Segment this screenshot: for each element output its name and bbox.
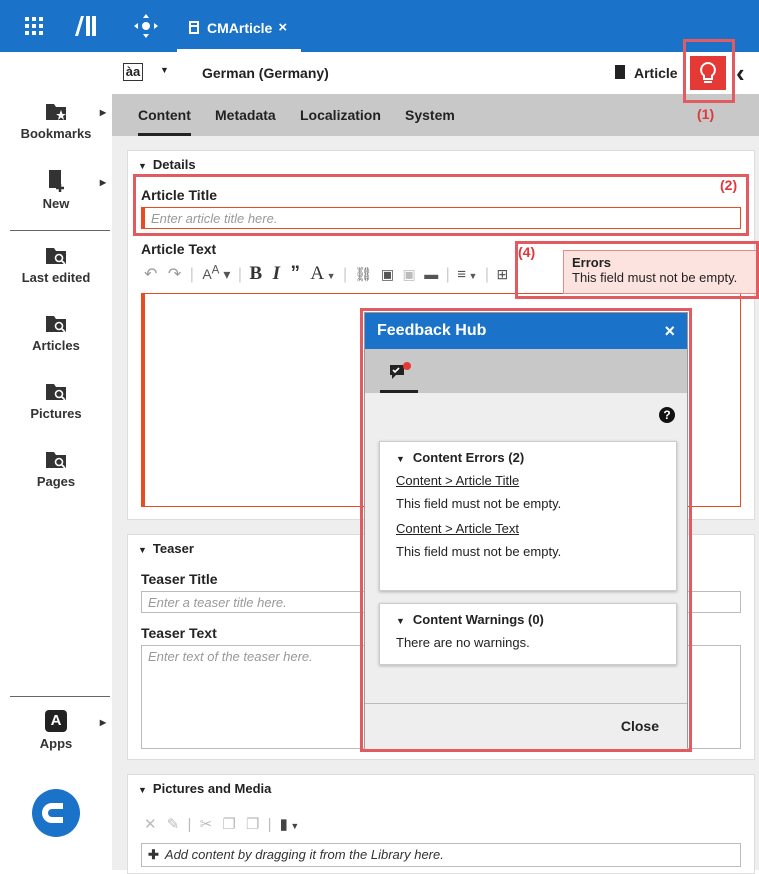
nav-bookmarks[interactable]: Bookmarks ▶ <box>0 100 112 141</box>
annotation-box-2 <box>133 174 749 236</box>
pictures-panel: ▼ Pictures and Media ✕ ✎ | ✂ ❐ ❐ | ▮ ▼ ✚ A… <box>127 774 755 874</box>
pictures-header[interactable]: ▼ Pictures and Media <box>128 775 754 802</box>
locale-icon[interactable]: àa <box>123 63 143 81</box>
divider <box>10 696 110 697</box>
article-type-icon <box>615 65 625 79</box>
copy-icon[interactable]: ❐ <box>222 816 235 833</box>
navigation-move-icon[interactable] <box>132 12 160 40</box>
pictures-toolbar: ✕ ✎ | ✂ ❐ ❐ | ▮ ▼ <box>144 816 300 833</box>
nav-new[interactable]: New ▶ <box>0 170 112 211</box>
locale-dropdown-icon[interactable]: ▼ <box>160 65 169 75</box>
library-icon[interactable] <box>72 12 100 40</box>
collapse-icon: ▼ <box>138 161 147 171</box>
tab-content[interactable]: Content <box>138 94 191 136</box>
tab-metadata[interactable]: Metadata <box>215 94 276 136</box>
teaser-text-label: Teaser Text <box>141 625 217 641</box>
divider <box>10 230 110 231</box>
chevron-right-icon: ▶ <box>99 718 106 727</box>
chevron-right-icon: ▶ <box>99 108 106 117</box>
coremedia-logo <box>32 789 80 837</box>
nav-label: New <box>42 196 70 211</box>
nav-label: Pictures <box>30 406 82 421</box>
folder-search-icon <box>46 452 66 469</box>
italic-icon[interactable]: I <box>273 263 280 284</box>
teaser-title: Teaser <box>152 541 194 556</box>
left-navigation: Bookmarks ▶ New ▶ Last edited Articles P… <box>0 52 112 870</box>
redo-icon[interactable]: ↷ <box>168 266 181 283</box>
annotation-label-2: (2) <box>720 177 738 193</box>
folder-search-icon <box>46 316 66 333</box>
article-doc-icon <box>189 21 199 34</box>
pictures-title: Pictures and Media <box>152 781 272 796</box>
pictures-drop-zone[interactable]: ✚ Add content by dragging it from the Lib… <box>141 843 741 867</box>
annotation-box-4 <box>515 241 759 299</box>
nav-last-edited[interactable]: Last edited <box>0 244 112 285</box>
nav-label: Pages <box>36 474 76 489</box>
drop-hint: Add content by dragging it from the Libr… <box>164 847 444 862</box>
new-document-icon <box>49 170 64 192</box>
undo-icon[interactable]: ↶ <box>144 266 157 283</box>
plus-icon: ✚ <box>148 847 159 862</box>
font-size-icon[interactable]: AA ▾ <box>202 263 230 282</box>
nav-pages[interactable]: Pages <box>0 448 112 489</box>
tab-system[interactable]: System <box>405 94 455 136</box>
nav-label: Apps <box>39 736 73 751</box>
nav-pictures[interactable]: Pictures <box>0 380 112 421</box>
annotation-box-1 <box>683 39 735 103</box>
close-tab-icon[interactable]: × <box>278 19 287 36</box>
locale-label: German (Germany) <box>202 65 329 81</box>
document-tab-label: CMArticle <box>207 19 273 36</box>
nav-apps[interactable]: A Apps ▶ <box>0 710 112 751</box>
teaser-title-label: Teaser Title <box>141 571 218 587</box>
quote-icon[interactable]: ” <box>290 263 300 284</box>
chevron-right-icon: ▶ <box>99 178 106 187</box>
collapse-icon: ▼ <box>138 785 147 795</box>
nav-label: Last edited <box>21 270 91 285</box>
apps-icon: A <box>45 710 67 732</box>
annotation-box-3 <box>360 308 692 752</box>
embed-icon[interactable]: ▬ <box>424 266 438 282</box>
paste-icon[interactable]: ❐ <box>246 816 259 833</box>
collapse-panel-icon[interactable]: ‹ <box>736 58 745 89</box>
form-tabs: Content Metadata Localization System <box>112 94 759 136</box>
nav-label: Bookmarks <box>20 126 92 141</box>
document-type-label: Article <box>634 65 678 81</box>
folder-search-icon <box>46 248 66 265</box>
article-text-label: Article Text <box>141 241 217 257</box>
annotation-label-4: (4) <box>518 244 536 260</box>
document-tab[interactable]: CMArticle × <box>177 6 301 52</box>
grid-menu-icon[interactable] <box>20 12 48 40</box>
align-icon[interactable]: ≡ <box>457 266 466 283</box>
nav-label: Articles <box>32 338 80 353</box>
folder-search-icon <box>46 384 66 401</box>
details-title: Details <box>152 157 196 172</box>
bold-icon[interactable]: B <box>249 263 262 284</box>
table-icon[interactable]: ⊞ <box>497 266 509 282</box>
document-header: àa ▼ German (Germany) Article ‹ <box>112 52 759 94</box>
annotation-label-1: (1) <box>697 106 715 122</box>
insert-link-icon[interactable]: ▣ <box>381 266 394 282</box>
edit-icon[interactable]: ✎ <box>167 816 180 833</box>
add-document-icon[interactable]: ▮ <box>280 816 288 833</box>
top-bar: CMArticle × <box>0 0 759 52</box>
richtext-toolbar: ↶ ↷ | AA ▾ | B I ” A ▼ | ⛓ ▣ ▣ ▬ | ≡ ▼ |… <box>144 263 509 284</box>
link-icon[interactable]: ⛓ <box>355 266 373 282</box>
remove-link-icon[interactable]: ▣ <box>403 266 416 282</box>
cut-icon[interactable]: ✂ <box>200 816 213 833</box>
bookmarks-folder-icon <box>46 104 66 120</box>
nav-articles[interactable]: Articles <box>0 312 112 353</box>
collapse-icon: ▼ <box>138 545 147 555</box>
text-style-icon[interactable]: A <box>310 263 324 284</box>
delete-icon[interactable]: ✕ <box>144 816 157 833</box>
tab-localization[interactable]: Localization <box>300 94 381 136</box>
